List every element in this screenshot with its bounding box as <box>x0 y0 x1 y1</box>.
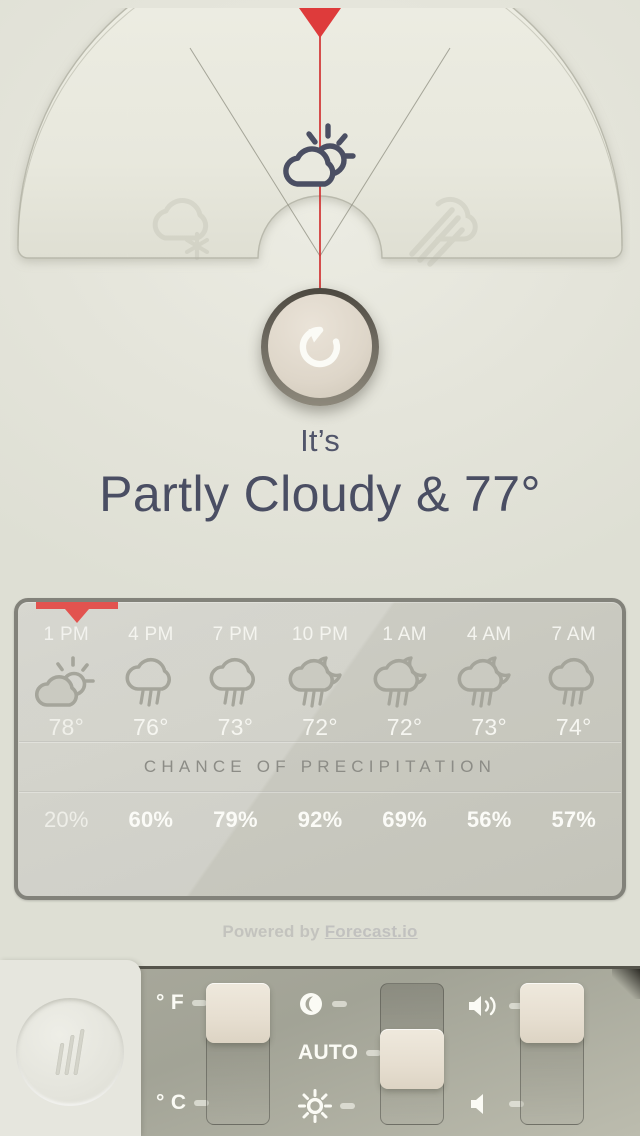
units-celsius-label[interactable]: ° C <box>156 1091 210 1115</box>
tick-mark <box>340 1103 355 1109</box>
dial-needle-pointer <box>299 8 341 38</box>
forecast-hour-temp: 72° <box>302 714 338 740</box>
volume-high-option[interactable] <box>467 993 524 1019</box>
forecast-hour-temp: 73° <box>471 714 508 740</box>
moon-icon <box>300 993 322 1015</box>
forecast-hour-temp: 74° <box>555 714 592 740</box>
forecast-hour-time: 1 AM <box>382 624 427 645</box>
forecast-hour-time: 7 PM <box>212 624 259 645</box>
volume-slider-track[interactable] <box>520 983 584 1125</box>
rain-night-icon <box>447 654 532 712</box>
forecast-hour-column[interactable]: 4 AM 73° <box>447 624 532 741</box>
forecast-hour-column[interactable]: 7 AM 74° <box>531 624 616 741</box>
forecast-hour-time: 4 PM <box>128 624 174 645</box>
rain-night-icon <box>362 654 447 712</box>
volume-high-icon <box>469 996 496 1016</box>
volume-slider-thumb[interactable] <box>520 983 584 1043</box>
units-fahrenheit-label[interactable]: ° F <box>156 991 207 1015</box>
its-label: It’s <box>300 423 340 458</box>
forecast-hour-column[interactable]: 1 PM 78° <box>24 624 109 741</box>
partly-cloudy-day-icon <box>283 122 357 192</box>
wind-cloud-icon <box>404 184 500 268</box>
volume-low-icon <box>471 1094 483 1114</box>
volume-slider[interactable] <box>465 969 640 1136</box>
units-slider[interactable]: ° F ° C <box>150 969 285 1136</box>
brightness-slider-thumb[interactable] <box>380 1029 444 1089</box>
forecast-hour-time: 4 AM <box>466 624 512 645</box>
forecast-precip-value: 92% <box>297 807 343 832</box>
speaker-grille-icon[interactable] <box>16 998 124 1106</box>
forecast-hour-temp: 73° <box>217 714 254 740</box>
forecast-precip-value: 56% <box>466 807 512 832</box>
credit-prefix: Powered by <box>222 922 325 941</box>
forecast-precip-value: 57% <box>551 807 597 832</box>
forecast-precip-value: 60% <box>128 807 174 832</box>
precipitation-heading: CHANCE OF PRECIPITATION <box>143 757 497 776</box>
forecast-hour-temp: 78° <box>48 714 85 740</box>
forecast-hour-column[interactable]: 1 AM 72° <box>362 624 447 741</box>
forecast-hour-time: 7 AM <box>551 624 596 645</box>
partly-cloudy-day-icon <box>24 654 109 712</box>
refresh-icon <box>299 326 341 368</box>
rain-icon <box>531 654 616 712</box>
rain-night-icon <box>278 654 363 712</box>
sun-icon <box>298 1089 332 1123</box>
precipitation-row: 20% 60% 79% 92% 69% 56% 57% <box>18 793 622 833</box>
current-conditions: It’s Partly Cloudy & 77° <box>0 423 640 523</box>
forecast-hour-column[interactable]: 4 PM 76° <box>109 624 194 741</box>
brightness-night-option[interactable] <box>298 991 347 1017</box>
speaker-panel <box>0 960 141 1136</box>
forecast-hour-temp: 72° <box>386 714 423 740</box>
forecast-precip-value: 20% <box>43 807 89 832</box>
rain-icon <box>109 654 194 712</box>
forecast-hour-column[interactable]: 7 PM 73° <box>193 624 278 741</box>
powered-by-credit[interactable]: Powered by Forecast.io <box>0 922 640 942</box>
units-slider-track[interactable] <box>206 983 270 1125</box>
hourly-forecast-panel[interactable]: 1 PM 78° 4 PM 76° 7 PM 73° 10 PM 72° 1 AM 72° 4 AM… <box>14 598 626 900</box>
forecast-precip-value: 69% <box>382 807 427 832</box>
units-slider-thumb[interactable] <box>206 983 270 1043</box>
forecast-precip-value: 79% <box>213 807 258 832</box>
brightness-day-option[interactable] <box>298 1089 355 1123</box>
brightness-auto-option[interactable]: AUTO <box>298 1041 382 1065</box>
refresh-button[interactable] <box>261 288 379 406</box>
forecast-hour-time: 1 PM <box>43 624 90 645</box>
rain-icon <box>193 654 278 712</box>
forecast-io-link[interactable]: Forecast.io <box>325 922 418 941</box>
tick-mark <box>191 1000 207 1006</box>
weather-dial[interactable] <box>0 0 640 430</box>
forecast-hour-time: 10 PM <box>291 624 349 645</box>
weather-app-window: It’s Partly Cloudy & 77° 1 PM 78° 4 PM 76° 7… <box>0 0 640 1136</box>
snow-cloud-icon <box>145 186 241 270</box>
hourly-row: 1 PM 78° 4 PM 76° 7 PM 73° 10 PM 72° 1 AM 72° 4 AM… <box>18 602 622 741</box>
brightness-slider[interactable]: AUTO <box>290 969 465 1136</box>
grille-bars <box>55 1029 85 1075</box>
tick-mark <box>332 1001 347 1007</box>
forecast-hour-column[interactable]: 10 PM 72° <box>278 624 363 741</box>
current-summary: Partly Cloudy & 77° <box>99 466 541 523</box>
brightness-slider-track[interactable] <box>380 983 444 1125</box>
forecast-hour-temp: 76° <box>133 714 169 740</box>
volume-low-option[interactable] <box>467 1091 524 1117</box>
